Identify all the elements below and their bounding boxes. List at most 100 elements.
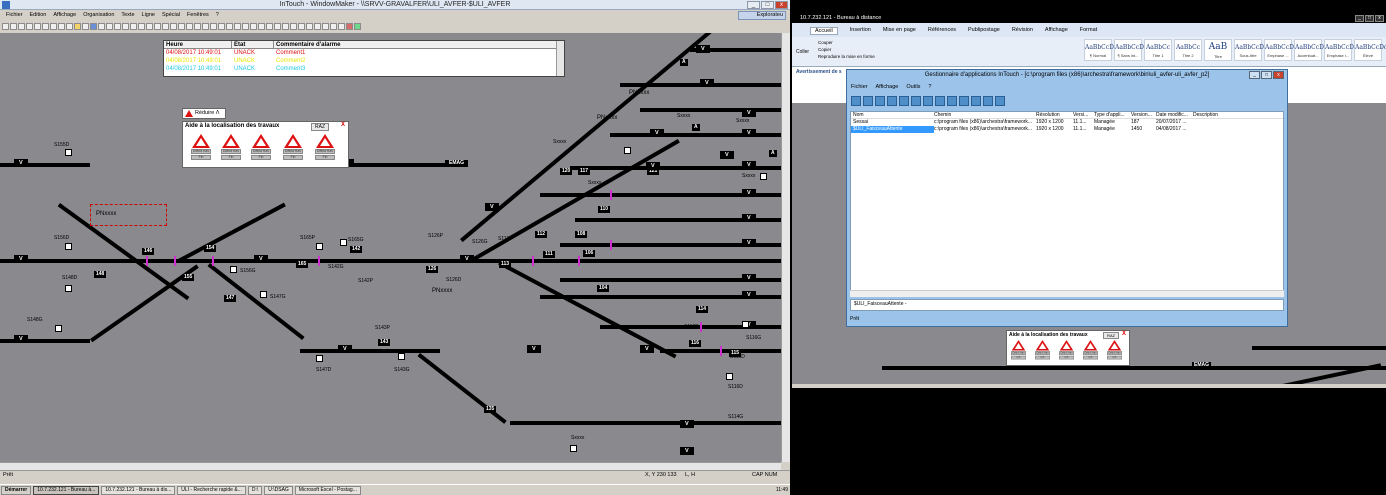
roadworks-slot[interactable]: Début trav Fin [1107,340,1122,360]
paste-icon[interactable] [122,22,129,30]
roadworks-slot[interactable]: Début trav Fin [221,134,241,160]
bitmap-tool-icon[interactable] [74,22,81,30]
line-tool-icon[interactable] [34,22,41,30]
start-work-button[interactable]: Début trav [191,149,211,154]
tab-affichage[interactable]: Affichage [1045,27,1068,35]
start-work-button[interactable]: Début trav [1059,351,1074,355]
style-emphase-intense[interactable]: AaBbCcDc Emphase i... [1324,39,1357,61]
explorer-button[interactable]: Explorateu [738,11,786,20]
v-signal[interactable]: V [680,420,694,428]
style-sous-titre[interactable]: AaBbCcDc Sous-titre [1234,39,1267,61]
menu-help[interactable]: ? [928,84,931,90]
style-normal[interactable]: AaBbCcDc ¶ Normal [1084,39,1117,61]
signal-lamp-icon[interactable] [55,325,62,332]
style-titre[interactable]: AaB Titre [1204,39,1232,61]
alarm-row[interactable]: 04/08/2017 10:49:01 UNACK Comment1 [164,49,564,57]
v-signal[interactable]: V [254,255,268,263]
start-work-button[interactable]: Début trav [251,149,271,154]
roundrect-tool-icon[interactable] [18,22,25,30]
properties-icon[interactable] [911,96,921,106]
search-icon[interactable] [875,96,885,106]
alarm-table[interactable]: Heure Etat Commentaire d'alarme 04/08/20… [163,40,565,77]
ungroup-icon[interactable] [218,22,225,30]
menu-special[interactable]: Spécial [162,11,180,20]
v-signal[interactable]: V [700,79,714,87]
align-center-icon[interactable] [154,22,161,30]
menu-help[interactable]: ? [216,11,219,20]
format-painter-button[interactable]: Reproduire la mise en forme [818,54,875,59]
col-version[interactable]: Versi... [1073,112,1094,118]
maximize-icon[interactable]: □ [1261,71,1272,79]
start-work-button[interactable]: Début trav [283,149,303,154]
new-icon[interactable] [887,96,897,106]
v-signal[interactable]: V [460,255,474,263]
delete-icon[interactable] [899,96,909,106]
drawing-canvas[interactable]: S155D S156D S148D S148G PNxxxx S165P S16… [0,33,781,462]
close-icon[interactable]: x [1375,15,1384,22]
start-button[interactable]: Démarrer [1,485,32,495]
button-tool-icon[interactable] [82,22,89,30]
minimize-icon[interactable]: _ [1249,71,1260,79]
script-icon[interactable] [290,22,297,30]
raz-button[interactable]: RAZ [311,123,329,131]
style-sans-interligne[interactable]: AaBbCcDc ¶ Sans int... [1114,39,1147,61]
zoom-icon[interactable] [234,22,241,30]
col-nom[interactable]: Nom [851,112,934,118]
start-work-button[interactable]: Début trav [221,149,241,154]
start-work-button[interactable]: Début trav [1011,351,1026,355]
tab-references[interactable]: Références [928,27,956,35]
roadworks-slot[interactable]: Début trav Fin [251,134,271,160]
signal-lamp-icon[interactable] [316,243,323,250]
restore-icon[interactable]: □ [1365,15,1374,22]
paste-button[interactable]: Coller [796,49,809,55]
menu-edition[interactable]: Edition [30,11,47,20]
end-work-button[interactable]: Fin [251,155,271,160]
align-left-icon[interactable] [146,22,153,30]
cross-ref-icon[interactable] [306,22,313,30]
roadworks-slot[interactable]: Début trav Fin [1083,340,1098,360]
signal-lamp-icon[interactable] [624,147,631,154]
end-work-button[interactable]: Fin [1059,355,1074,360]
signal-lamp-icon[interactable] [316,355,323,362]
rdp-titlebar[interactable]: 10.7.232.121 - Bureau à distance _ □ x [792,14,1386,23]
maximize-icon[interactable]: □ [761,1,774,9]
col-type[interactable]: Type d'appli... [1094,112,1131,118]
col-chemin[interactable]: Chemin [934,112,1036,118]
reduire-button[interactable]: Réduire Λ [182,108,226,119]
taskbar-item[interactable]: 10.7.232.121 - Bureau à dis... [101,485,176,495]
back-icon[interactable] [202,22,209,30]
polygon-tool-icon[interactable] [58,22,65,30]
end-work-button[interactable]: Fin [221,155,241,160]
alarm-row[interactable]: 04/08/2017 10:49:01 UNACK Comment2 [164,57,564,65]
align-bottom-icon[interactable] [186,22,193,30]
v-signal[interactable]: V [742,109,756,117]
end-work-button[interactable]: Fin [1011,355,1026,360]
tab-format[interactable]: Format [1080,27,1097,35]
windowviewer-icon[interactable] [863,96,873,106]
export-icon[interactable] [995,96,1005,106]
application-list[interactable]: Nom Chemin Résolution Versi... Type d'ap… [850,111,1284,297]
style-eleve[interactable]: AaBbCcDc Élevé [1354,39,1386,61]
end-work-button[interactable]: Fin [1035,355,1050,360]
close-window-icon[interactable] [322,22,329,30]
tab-mise-en-page[interactable]: Mise en page [883,27,916,35]
start-work-button[interactable]: Début trav [1035,351,1050,355]
taskbar-item[interactable]: D:\ [247,485,263,495]
style-accentuation[interactable]: AaBbCcDc Accentuat... [1294,39,1327,61]
v-signal[interactable]: V [742,274,756,282]
horizontal-scrollbar[interactable] [0,462,781,470]
v-signal[interactable]: V [742,291,756,299]
raz-button[interactable]: RAZ [1103,332,1119,339]
v-signal[interactable]: V [680,447,694,455]
v-signal[interactable]: V [742,189,756,197]
v-signal[interactable]: V [640,345,654,353]
menu-ligne[interactable]: Ligne [142,11,155,20]
tab-accueil[interactable]: Accueil [810,27,838,35]
menu-fichier[interactable]: Fichier [6,11,23,20]
menu-organisation[interactable]: Organisation [83,11,114,20]
windowmaker-titlebar[interactable]: InTouch - WindowMaker - \\SRVV-GRAVALFER… [0,0,790,10]
col-date[interactable]: Date modific... [1156,112,1193,118]
menu-affichage[interactable]: Affichage [53,11,76,20]
roadworks-slot[interactable]: Début trav Fin [283,134,303,160]
col-description[interactable]: Description [1193,112,1283,118]
